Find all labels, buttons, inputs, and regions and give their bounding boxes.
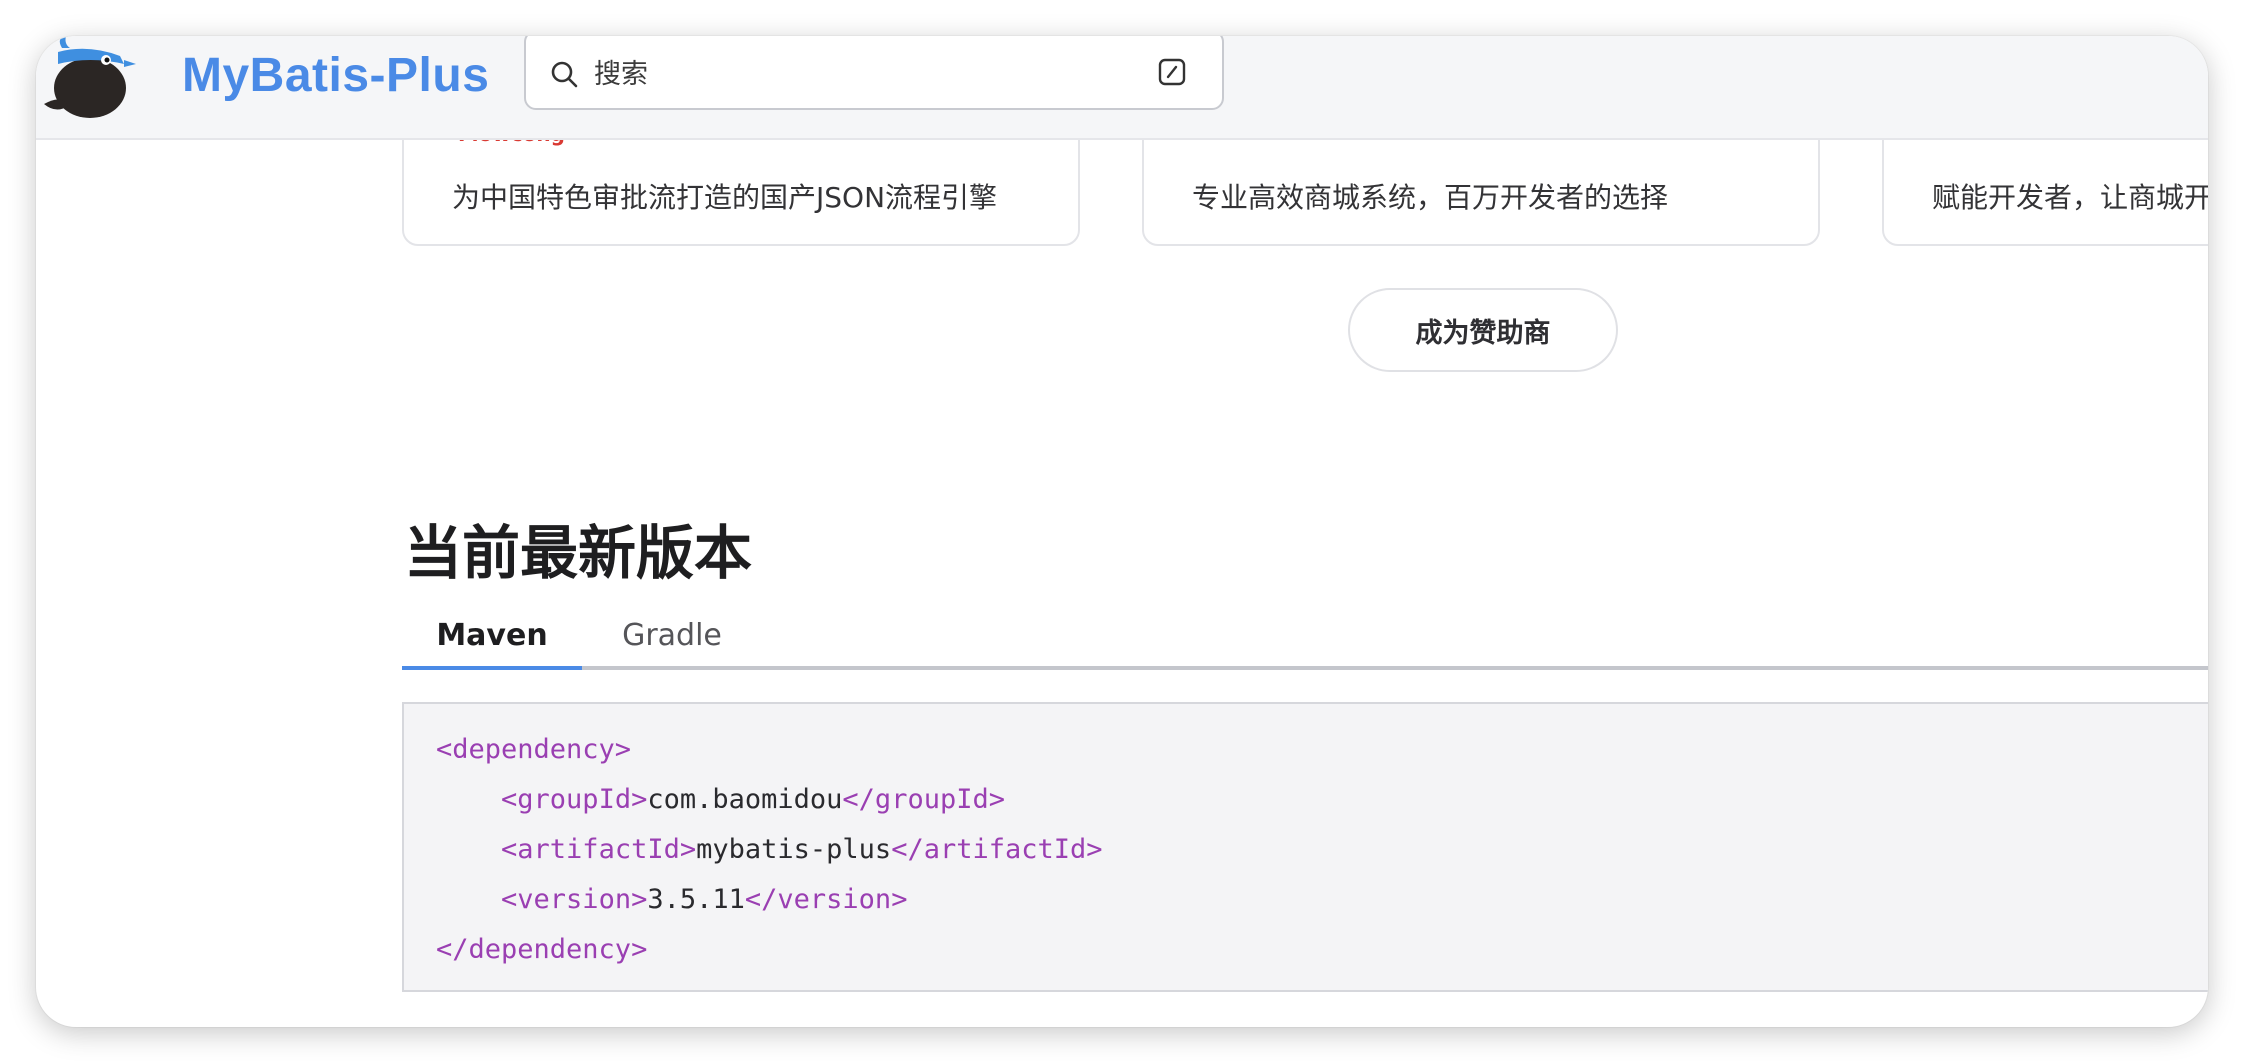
tab-maven[interactable]: Maven bbox=[402, 614, 582, 670]
code-block[interactable]: <dependency> <groupId>com.baomidou</grou… bbox=[402, 702, 2208, 992]
code-line: <dependency> bbox=[436, 734, 632, 765]
install-tabs: Maven Gradle bbox=[402, 614, 2208, 670]
section-title: 当前最新版本 bbox=[404, 519, 753, 587]
tab-label: Maven bbox=[436, 618, 548, 653]
code-line: </dependency> bbox=[436, 934, 648, 965]
tab-gradle[interactable]: Gradle bbox=[602, 614, 742, 670]
code-line: <artifactId>mybatis-plus</artifactId> bbox=[501, 834, 1103, 865]
search-icon bbox=[551, 61, 578, 88]
active-tab-indicator bbox=[402, 666, 582, 670]
code-line: <version>3.5.11</version> bbox=[501, 884, 908, 915]
keyboard-shortcut-icon bbox=[1158, 58, 1186, 86]
search-box[interactable]: 搜索 bbox=[524, 36, 1224, 110]
become-sponsor-button[interactable]: 成为赞助商 bbox=[1348, 288, 1618, 372]
tab-label: Gradle bbox=[622, 618, 722, 653]
top-navbar: MyBatis-Plus 搜索 bbox=[36, 36, 2208, 140]
search-placeholder: 搜索 bbox=[594, 59, 648, 90]
sponsor-description: 赋能开发者，让商城开 bbox=[1932, 181, 2208, 214]
sponsor-description: 专业高效商城系统，百万开发者的选择 bbox=[1192, 181, 1669, 214]
mybatis-bird-logo[interactable] bbox=[38, 36, 138, 118]
sponsor-description: 为中国特色审批流打造的国产JSON流程引擎 bbox=[452, 181, 998, 214]
site-title[interactable]: MyBatis-Plus bbox=[182, 48, 489, 103]
browser-window: Flowcong 为中国特色审批流打造的国产JSON流程引擎 专业高效商城系统，… bbox=[36, 36, 2208, 1027]
code-line: <groupId>com.baomidou</groupId> bbox=[501, 784, 1005, 815]
